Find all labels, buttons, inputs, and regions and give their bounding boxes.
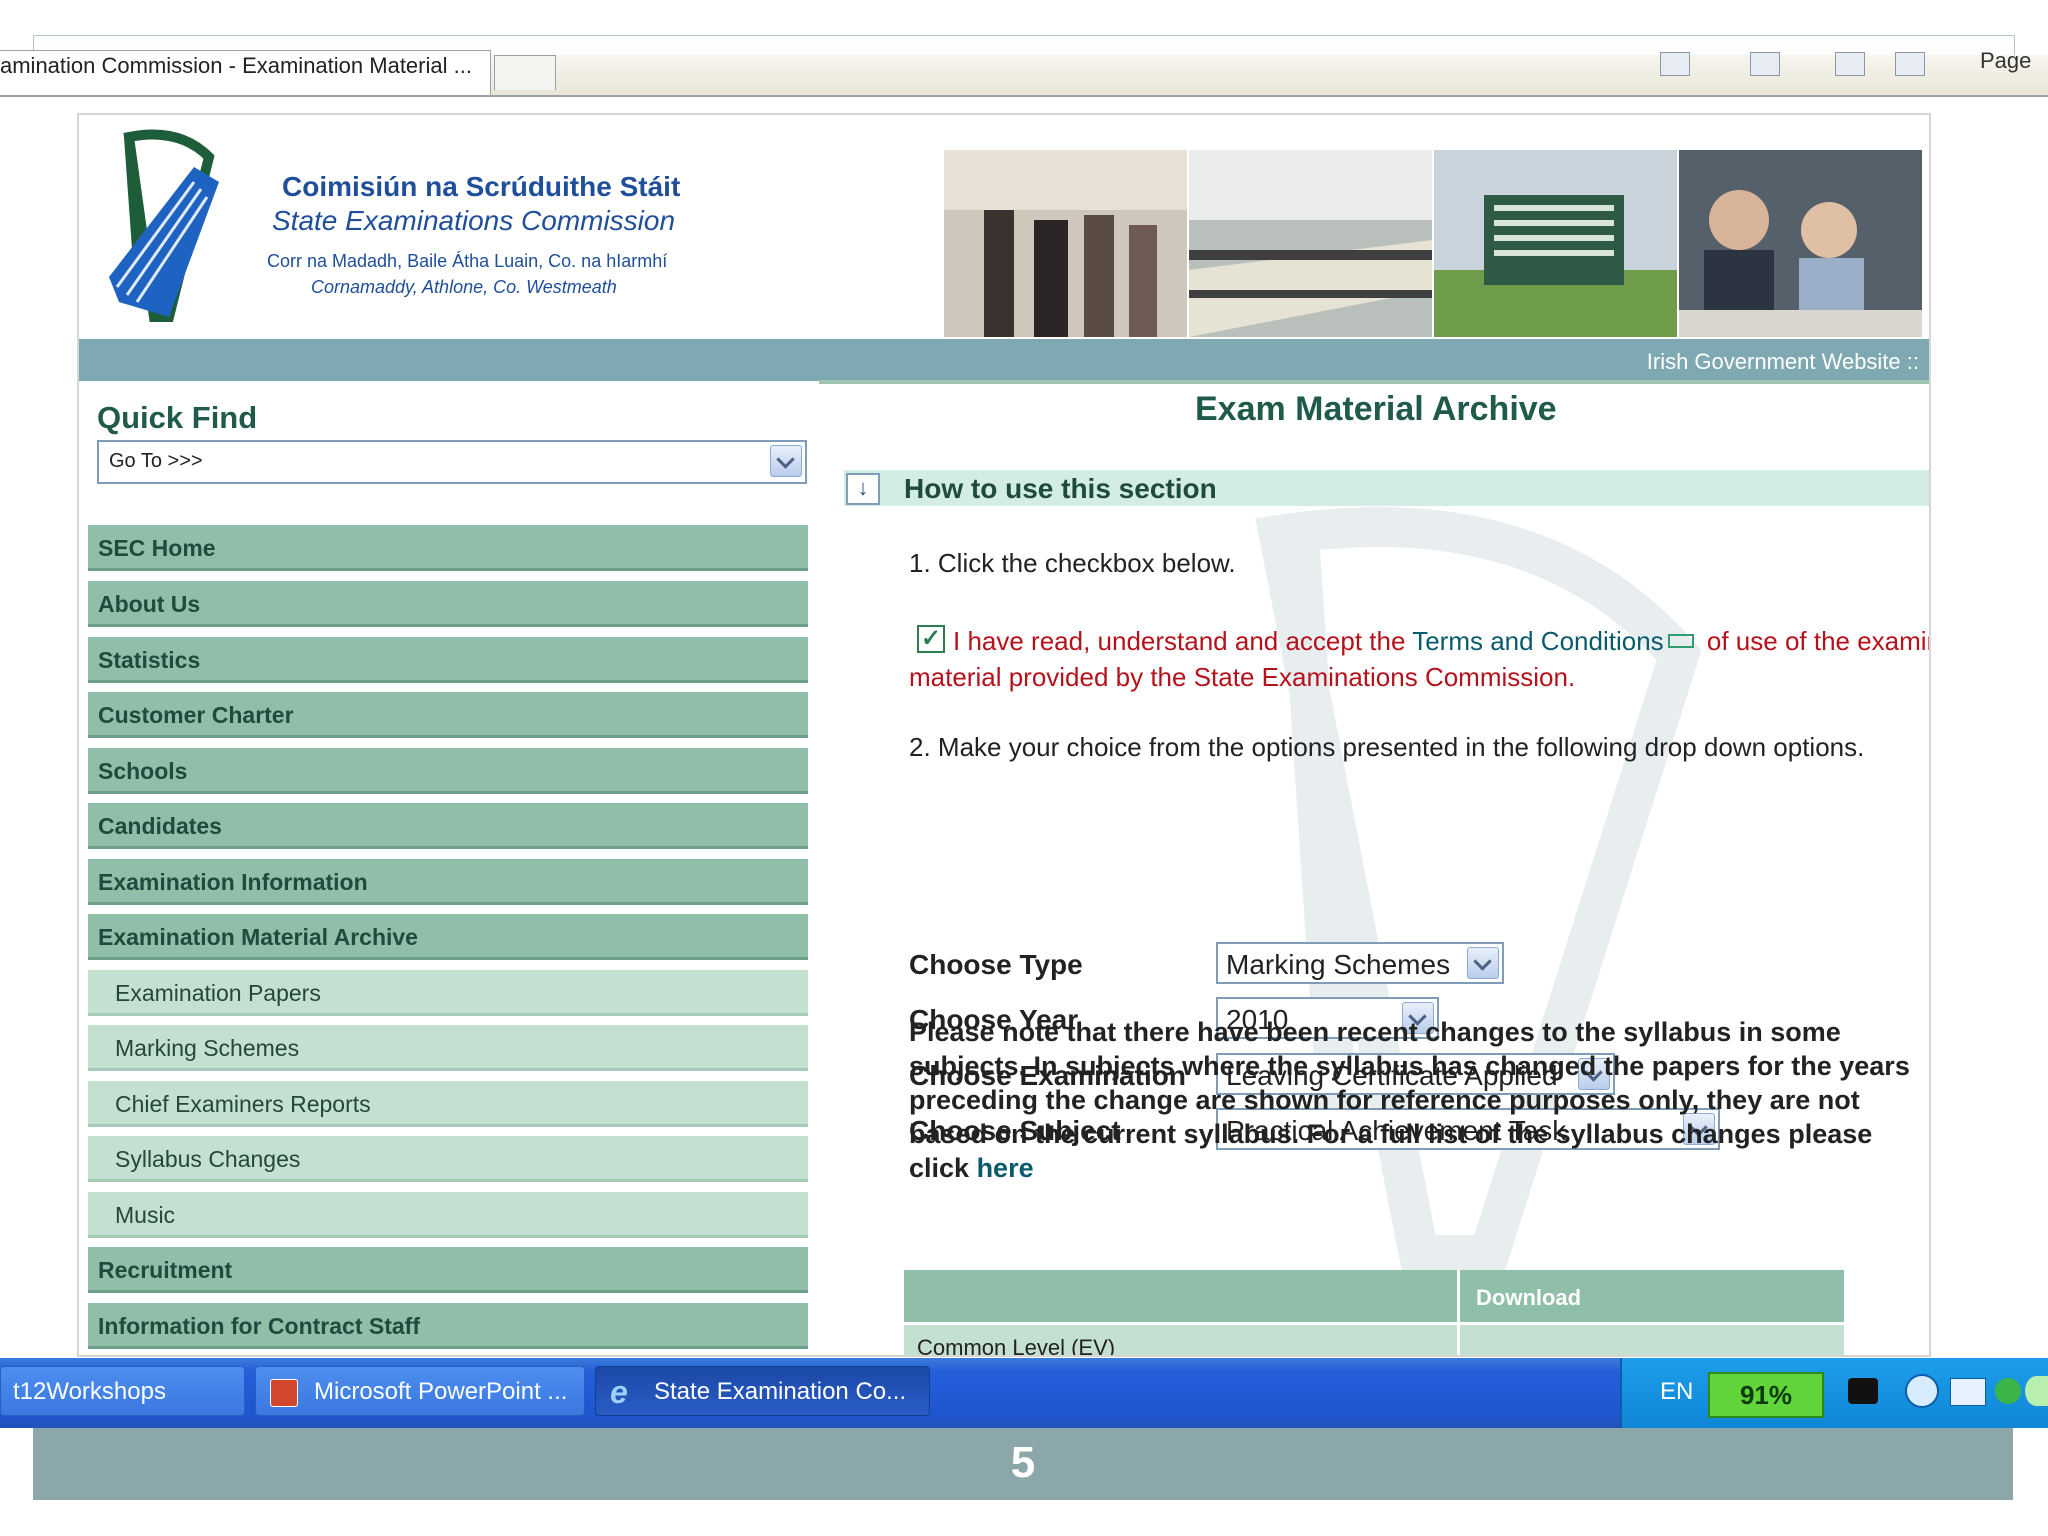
taskbar-item-ie-label: State Examination Co... (654, 1378, 907, 1405)
org-name-irish: Coimisiún na Scrúduithe Stáit (282, 171, 681, 202)
sidebar-item-sec-home[interactable]: SEC Home (88, 525, 808, 571)
web-page: Coimisiún na Scrúduithe Stáit State Exam… (77, 113, 1931, 1357)
table-column-divider (1457, 1270, 1460, 1355)
sidebar-item-examination-material-archive[interactable]: Examination Material Archive (88, 914, 808, 960)
terms-prefix: I have read, understand and accept the (953, 626, 1413, 656)
address-english: Cornamaddy, Athlone, Co. Westmeath (311, 277, 617, 297)
quick-find-value: Go To >>> (109, 450, 203, 472)
photo-students-corridor (944, 150, 1187, 337)
page-menu[interactable]: Page (1980, 48, 2031, 74)
taskbar-item-powerpoint-label: Microsoft PowerPoint ... (314, 1378, 568, 1405)
download-table-header (904, 1270, 1844, 1322)
print-icon[interactable] (1895, 52, 1925, 76)
browser-tab-active[interactable]: amination Commission - Examination Mater… (0, 50, 491, 95)
table-row-label: Common Level (EV) (917, 1335, 1116, 1357)
terms-checkbox[interactable]: ✓ (917, 625, 945, 653)
taskbar-item-workshops[interactable]: t12Workshops (0, 1366, 245, 1416)
quick-find-title: Quick Find (97, 400, 258, 435)
taskbar-item-powerpoint[interactable]: Microsoft PowerPoint ... (255, 1366, 585, 1416)
sidebar-item-about-us[interactable]: About Us (88, 581, 808, 627)
syllabus-note: Please note that there have been recent … (909, 1015, 1929, 1185)
sidebar-item-chief-examiners-reports[interactable]: Chief Examiners Reports (88, 1081, 808, 1127)
power-plug-icon[interactable] (1848, 1378, 1878, 1404)
slide-number: 5 (1010, 1438, 1036, 1487)
step-1-text: 1. Click the checkbox below. (909, 548, 1236, 578)
download-column-header: Download (1476, 1285, 1582, 1310)
internet-explorer-icon: e (610, 1374, 628, 1410)
network-icon[interactable] (1950, 1378, 1986, 1406)
home-icon[interactable] (1660, 52, 1690, 76)
org-name-english: State Examinations Commission (272, 205, 676, 236)
choose-type-select[interactable]: Marking Schemes (1216, 942, 1504, 984)
show-hidden-icons-icon[interactable] (1905, 1374, 1939, 1408)
chevron-down-icon[interactable] (1467, 947, 1499, 979)
choose-type-value: Marking Schemes (1226, 949, 1451, 980)
sidebar-item-schools[interactable]: Schools (88, 748, 808, 794)
sidebar-item-statistics[interactable]: Statistics (88, 637, 808, 683)
terms-and-conditions-link[interactable]: Terms and Conditions (1412, 626, 1663, 656)
photo-sec-sign (1434, 150, 1677, 337)
security-icon[interactable] (1995, 1378, 2021, 1404)
sidebar-item-customer-charter[interactable]: Customer Charter (88, 692, 808, 738)
slide-footer: 5 (33, 1428, 2013, 1500)
new-tab-button[interactable] (494, 55, 556, 90)
sidebar-item-recruitment[interactable]: Recruitment (88, 1247, 808, 1293)
sidebar-item-examination-papers[interactable]: Examination Papers (88, 970, 808, 1016)
expand-arrow-icon[interactable]: ↓ (846, 473, 880, 505)
mail-icon[interactable] (1835, 52, 1865, 76)
choose-type-label: Choose Type (909, 949, 1083, 980)
powerpoint-icon (270, 1379, 298, 1407)
photo-students-class (1679, 150, 1922, 337)
shield-check-icon[interactable] (2025, 1376, 2048, 1406)
browser-tab-title: amination Commission - Examination Mater… (0, 53, 472, 78)
sidebar-item-candidates[interactable]: Candidates (88, 803, 808, 849)
irish-government-website-link[interactable]: Irish Government Website :: (1647, 349, 1919, 375)
language-indicator[interactable]: EN (1660, 1378, 1693, 1406)
page-title: Exam Material Archive (1195, 390, 1557, 428)
step-2-text: 2. Make your choice from the options pre… (909, 732, 1865, 762)
sidebar-item-marking-schemes[interactable]: Marking Schemes (88, 1025, 808, 1071)
content-divider (819, 380, 1929, 384)
taskbar-item-ie[interactable]: e State Examination Co... (595, 1366, 930, 1416)
how-to-use-label[interactable]: How to use this section (904, 473, 1217, 505)
new-window-icon (1667, 634, 1694, 649)
sidebar-item-syllabus-changes[interactable]: Syllabus Changes (88, 1136, 808, 1182)
sidebar-item-information-for-contract-staff[interactable]: Information for Contract Staff (88, 1303, 808, 1349)
syllabus-changes-here-link[interactable]: here (977, 1153, 1034, 1183)
address-irish: Corr na Madadh, Baile Átha Luain, Co. na… (267, 251, 668, 271)
chevron-down-icon[interactable] (770, 445, 802, 477)
feeds-icon[interactable] (1750, 52, 1780, 76)
terms-statement: I have read, understand and accept the T… (909, 623, 1929, 695)
quick-find-select[interactable]: Go To >>> (97, 440, 807, 484)
photo-exam-hall (1189, 150, 1432, 337)
sec-harp-logo (109, 129, 219, 322)
syllabus-note-text: Please note that there have been recent … (909, 1017, 1910, 1183)
sidebar-item-music[interactable]: Music (88, 1192, 808, 1238)
battery-indicator[interactable]: 91% (1708, 1372, 1824, 1418)
sidebar-item-examination-information[interactable]: Examination Information (88, 859, 808, 905)
